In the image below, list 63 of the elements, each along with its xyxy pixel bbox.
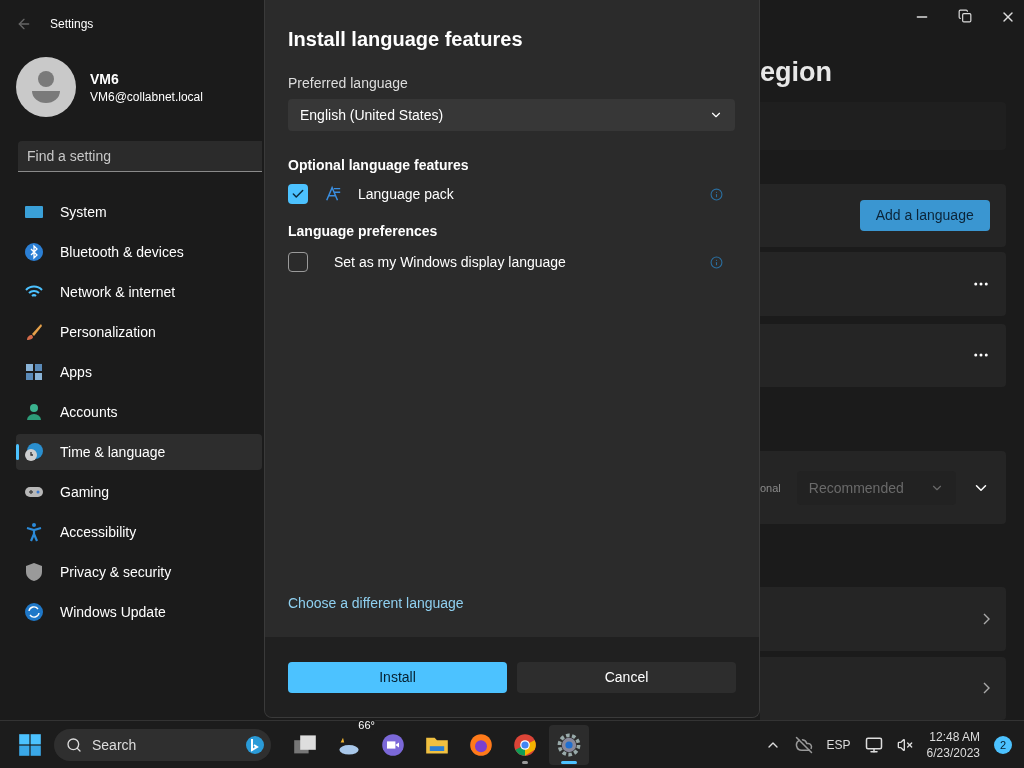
shield-icon [24, 562, 44, 582]
video-chat-icon [381, 732, 405, 757]
person-icon [24, 402, 44, 422]
restore-icon[interactable] [957, 9, 972, 23]
browser-circle-icon [513, 732, 537, 757]
sidebar-item[interactable]: Apps [16, 354, 262, 390]
taskbar-search[interactable]: Search [54, 728, 271, 761]
browser-fox-icon [469, 732, 493, 757]
start-icon [18, 732, 42, 757]
input-language[interactable]: ESP [826, 737, 851, 752]
clock[interactable]: 12:48 AM 6/23/2023 [926, 728, 980, 761]
search-field[interactable]: Find a setting [18, 141, 262, 172]
setting-label: onal [760, 481, 781, 494]
info-icon[interactable] [710, 255, 723, 269]
field-label: Preferred language [288, 75, 409, 91]
bing-icon [245, 734, 265, 755]
gear-icon [557, 732, 581, 757]
notification-badge[interactable]: 2 [994, 735, 1012, 754]
globe-clock-icon [24, 442, 44, 462]
add-language-button[interactable]: Add a language [859, 199, 990, 231]
refresh-icon [24, 602, 44, 622]
option-label: Set as my Windows display language [334, 254, 567, 270]
dialog-title: Install language features [288, 28, 524, 51]
taskbar-app[interactable] [549, 724, 589, 765]
section-heading: Language preferences [288, 223, 439, 239]
user-name: VM6 [90, 70, 120, 87]
option-label: Language pack [358, 186, 455, 202]
cancel-button[interactable]: Cancel [517, 661, 736, 693]
search-icon [66, 736, 82, 753]
sidebar-item[interactable]: Windows Update [16, 594, 262, 630]
back-icon[interactable] [16, 16, 32, 32]
speaker-muted-icon[interactable] [896, 736, 913, 753]
sidebar-item[interactable]: System [16, 194, 262, 230]
sidebar-item[interactable]: Personalization [16, 314, 262, 350]
cloud-off-icon[interactable] [794, 735, 813, 754]
network-icon[interactable] [864, 735, 883, 754]
install-button[interactable]: Install [288, 661, 507, 693]
chevron-right-icon [982, 612, 990, 625]
chevron-right-icon [982, 682, 990, 695]
avatar-icon [16, 57, 76, 117]
language-dropdown[interactable]: English (United States) [288, 99, 735, 131]
sidebar-item[interactable]: Accounts [16, 394, 262, 430]
window-title: Settings [50, 17, 94, 31]
info-icon[interactable] [710, 187, 723, 201]
apps-icon [24, 362, 44, 382]
sidebar-item[interactable]: Bluetooth & devices [16, 234, 262, 270]
checkbox[interactable] [288, 252, 308, 272]
sidebar-item[interactable]: Accessibility [16, 514, 262, 550]
choose-language-link[interactable]: Choose a different language [288, 595, 464, 611]
checkbox[interactable] [288, 184, 308, 204]
temperature: 66° [356, 718, 377, 731]
user-email: VM6@collabnet.local [90, 89, 203, 104]
sidebar-item[interactable]: Network & internet [16, 274, 262, 310]
check-icon [291, 187, 305, 201]
section-heading: Optional language features [288, 157, 470, 173]
sidebar-item[interactable]: Gaming [16, 474, 262, 510]
language-icon [324, 185, 342, 203]
accessibility-icon [24, 522, 44, 542]
sidebar-item[interactable]: Time & language [16, 434, 262, 470]
page-title: egion [760, 57, 833, 90]
sidebar-item[interactable]: Privacy & security [16, 554, 262, 590]
bluetooth-icon [24, 242, 44, 262]
brush-icon [24, 322, 44, 342]
